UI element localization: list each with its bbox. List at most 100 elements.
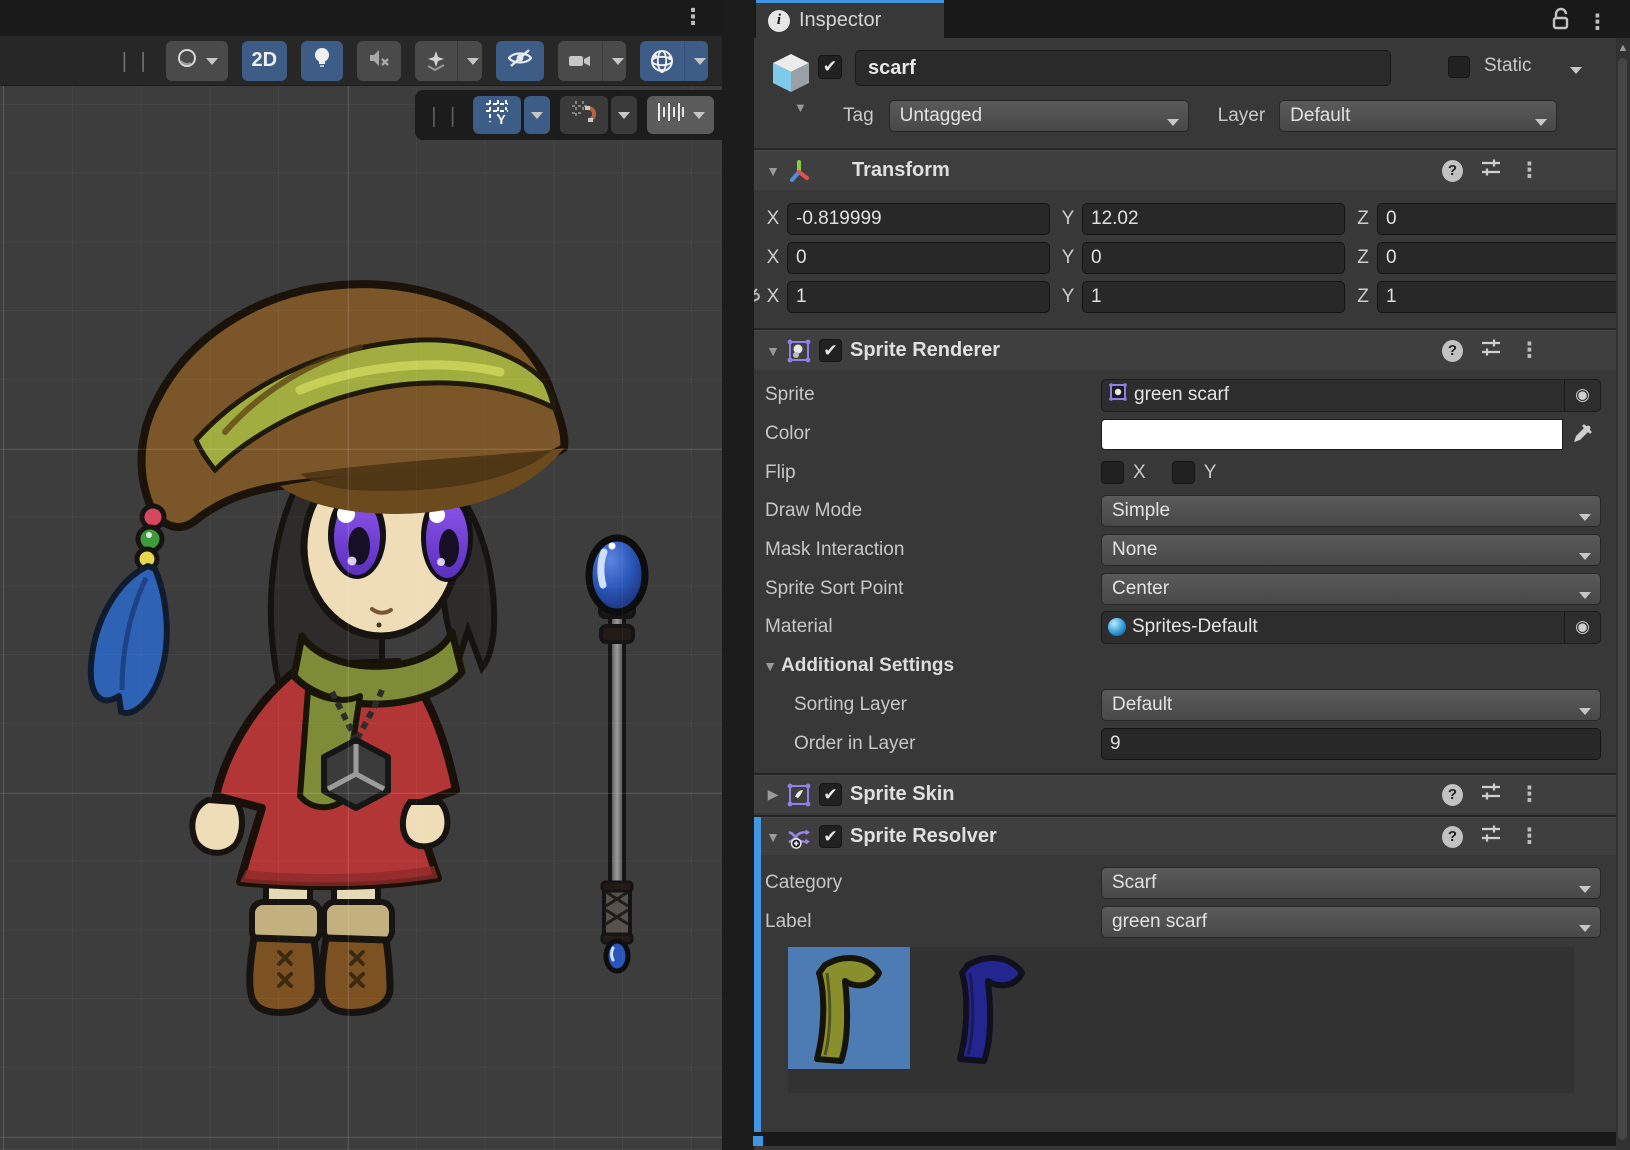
camera-icon (558, 41, 602, 81)
rotation-z-field[interactable] (1377, 242, 1630, 274)
component-menu-dots-icon[interactable]: ⋮ (1519, 824, 1540, 849)
flip-x-checkbox[interactable]: ✔ (1101, 461, 1124, 484)
sprite-skin-header[interactable]: ▶ ✔ Sprite Skin ? ⋮ (754, 775, 1630, 813)
scene-audio-button[interactable] (357, 41, 401, 81)
sprite-variant-list (788, 947, 1574, 1093)
gameobject-cube-icon (768, 50, 814, 104)
shading-mode-button[interactable] (166, 41, 228, 81)
snapbar-drag-handle[interactable]: ❘❘ (425, 103, 463, 128)
eyedropper-icon[interactable] (1563, 418, 1601, 451)
scrollbar-up-arrow-icon[interactable]: ▲ (1616, 42, 1630, 54)
camera-dropdown[interactable] (602, 41, 626, 81)
presets-icon[interactable] (1480, 157, 1502, 185)
sprite-label: Sprite (754, 384, 1101, 406)
foldout-arrow-icon[interactable]: ▼ (760, 829, 786, 845)
sprite-sort-point-dropdown[interactable]: Center (1101, 573, 1601, 605)
help-icon[interactable]: ? (1442, 826, 1463, 848)
scene-view[interactable]: ⋮ ❘❘ 2D (0, 0, 722, 1150)
gameobject-active-checkbox[interactable]: ✔ (818, 55, 842, 79)
2d-mode-button[interactable]: 2D (242, 41, 288, 81)
help-icon[interactable]: ? (1442, 340, 1463, 362)
inspector-scrollbar[interactable]: ▲ (1616, 38, 1630, 1150)
sprite-renderer-enabled-checkbox[interactable]: ✔ (819, 339, 842, 362)
inspector-menu-dots-icon[interactable]: ⋮ (1587, 10, 1608, 35)
chevron-down-icon (1579, 708, 1591, 721)
component-menu-dots-icon[interactable]: ⋮ (1519, 158, 1540, 183)
tag-label: Tag (843, 105, 874, 127)
flip-label: Flip (754, 462, 1101, 484)
order-in-layer-field[interactable] (1101, 728, 1601, 760)
static-dropdown-arrow[interactable] (1570, 67, 1582, 80)
transform-title: Transform (852, 159, 950, 182)
scene-lighting-button[interactable] (301, 41, 343, 81)
foldout-arrow-icon[interactable]: ▼ (759, 658, 781, 674)
material-object-field[interactable]: Sprites-Default ◉ (1101, 611, 1601, 644)
sprite-resolver-enabled-checkbox[interactable]: ✔ (819, 825, 842, 848)
scene-gizmos-button[interactable] (640, 41, 708, 81)
tag-dropdown[interactable]: Untagged (889, 100, 1189, 132)
rotation-y-field[interactable] (1082, 242, 1345, 274)
additional-settings-row[interactable]: ▼ Additional Settings (754, 647, 1630, 686)
foldout-arrow-icon[interactable]: ▼ (760, 343, 786, 359)
position-x-field[interactable] (787, 203, 1050, 235)
object-picker-icon[interactable]: ◉ (1564, 380, 1600, 411)
scale-y-field[interactable] (1082, 281, 1345, 313)
static-checkbox[interactable]: ✔ (1448, 56, 1470, 78)
flip-y-checkbox[interactable]: ✔ (1172, 461, 1195, 484)
chevron-down-icon (1579, 925, 1591, 938)
object-picker-icon[interactable]: ◉ (1564, 612, 1600, 643)
transform-header[interactable]: ▼ Transform ? ⋮ (754, 150, 1630, 190)
presets-icon[interactable] (1480, 781, 1502, 809)
order-in-layer-label: Order in Layer (754, 733, 1101, 755)
mask-interaction-dropdown[interactable]: None (1101, 534, 1601, 566)
rotation-row: Rotation X Y Z (754, 239, 1630, 278)
toolbar-drag-handle[interactable]: ❘❘ (116, 48, 154, 73)
component-menu-dots-icon[interactable]: ⋮ (1519, 338, 1540, 363)
help-icon[interactable]: ? (1442, 160, 1463, 182)
sprite-skin-enabled-checkbox[interactable]: ✔ (819, 783, 842, 806)
scrollbar-thumb[interactable] (1618, 58, 1627, 1140)
sprite-variant-blue-scarf[interactable] (931, 947, 1053, 1069)
category-dropdown[interactable]: Scarf (1101, 867, 1601, 899)
sorting-layer-dropdown[interactable]: Default (1101, 689, 1601, 721)
layer-dropdown[interactable]: Default (1279, 100, 1557, 132)
label-dropdown[interactable]: green scarf (1101, 906, 1601, 938)
chevron-down-icon (1579, 553, 1591, 566)
foldout-collapsed-icon[interactable]: ▶ (760, 786, 786, 803)
color-swatch[interactable] (1101, 419, 1563, 450)
position-z-field[interactable] (1377, 203, 1630, 235)
sprite-renderer-title: Sprite Renderer (850, 339, 1000, 362)
eye-slash-icon (506, 46, 534, 76)
camera-settings-button[interactable] (558, 41, 626, 81)
sprite-variant-green-scarf[interactable] (788, 947, 910, 1069)
axis-y-label: Y (1060, 247, 1076, 269)
sprite-renderer-header[interactable]: ▼ ✔ Sprite Renderer ? ⋮ (754, 330, 1630, 370)
grid-visibility-dropdown[interactable] (524, 96, 550, 134)
hidden-objects-button[interactable] (496, 41, 544, 81)
presets-icon[interactable] (1480, 823, 1502, 851)
gizmos-dropdown[interactable] (684, 41, 708, 81)
tab-inspector[interactable]: i Inspector (756, 0, 944, 38)
scene-effects-button[interactable] (415, 41, 481, 81)
effects-dropdown[interactable] (457, 41, 481, 81)
scale-z-field[interactable] (1377, 281, 1630, 313)
sprite-object-field[interactable]: green scarf ◉ (1101, 379, 1601, 412)
position-y-field[interactable] (1082, 203, 1345, 235)
panel-splitter[interactable] (722, 0, 754, 1150)
scene-menu-dots-icon[interactable]: ⋮ (682, 4, 704, 30)
grid-snap-button[interactable] (560, 96, 608, 134)
presets-icon[interactable] (1480, 337, 1502, 365)
splitter-grip[interactable] (753, 1136, 763, 1146)
scale-x-field[interactable] (787, 281, 1050, 313)
foldout-arrow-icon[interactable]: ▼ (760, 163, 786, 179)
rotation-x-field[interactable] (787, 242, 1050, 274)
snap-increment-button[interactable] (647, 96, 714, 134)
component-menu-dots-icon[interactable]: ⋮ (1519, 782, 1540, 807)
grid-visibility-button[interactable]: Y (473, 96, 521, 134)
gameobject-name-field[interactable] (855, 50, 1391, 86)
grid-snap-dropdown[interactable] (611, 96, 637, 134)
lock-icon[interactable] (1551, 7, 1571, 37)
draw-mode-dropdown[interactable]: Simple (1101, 495, 1601, 527)
sprite-resolver-header[interactable]: ▼ ✔ Sprite Resolver ? ⋮ (754, 817, 1630, 855)
help-icon[interactable]: ? (1442, 784, 1463, 806)
